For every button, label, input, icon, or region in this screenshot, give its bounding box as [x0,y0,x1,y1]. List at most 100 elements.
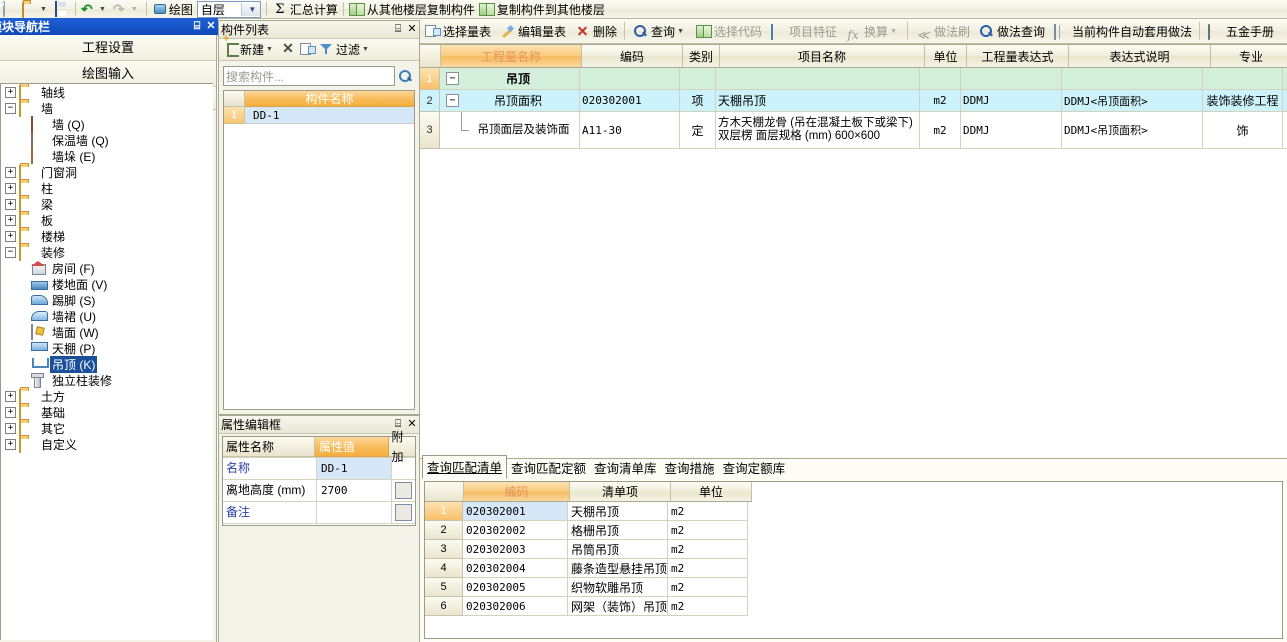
column-header-4[interactable]: 单位 [925,45,967,68]
toolbar-hardware-manual-button[interactable]: 五金手册 [1203,19,1278,43]
filter-button[interactable]: 过滤 ▼ [318,40,374,59]
expand-toggle-icon[interactable]: + [5,86,16,98]
tree-node-14[interactable]: 墙裙 (U) [1,308,213,324]
query-code-cell[interactable]: 020302003 [463,540,568,559]
toolbar-auto-apply-button[interactable]: 当前构件自动套用做法 [1049,19,1196,43]
tree-node-20[interactable]: + 基础 [1,404,213,421]
tree-node-10[interactable]: − 装修 [1,244,213,261]
project-settings-button[interactable]: 工程设置 [0,35,216,61]
quantity-name-cell[interactable]: − 吊顶 [440,68,580,90]
expand-toggle-icon[interactable]: + [5,438,16,450]
component-table[interactable]: 构件名称 1 DD-1 [223,90,415,410]
category-cell[interactable] [680,68,716,90]
manual-flag-cell[interactable] [1283,68,1287,90]
query-tab-0[interactable]: 查询匹配清单 [422,455,508,479]
tree-node-1[interactable]: − 墙 [1,100,213,117]
expression-desc-cell[interactable]: DDMJ<吊顶面积> [1062,90,1203,112]
query-tab-3[interactable]: 查询措施 [661,457,719,479]
query-unit-cell[interactable]: m2 [668,597,748,616]
query-column-header-2[interactable]: 单位 [671,482,752,502]
expand-toggle-icon[interactable]: + [5,166,16,178]
query-row[interactable]: 6 020302006 网架（装饰）吊顶 m2 [425,597,1282,616]
query-tab-4[interactable]: 查询定额库 [719,457,790,479]
code-cell[interactable] [580,68,680,90]
toolbar-search-button[interactable]: 查询 ▼ [628,19,691,43]
tree-node-12[interactable]: 楼地面 (V) [1,276,213,292]
collapse-toggle-icon[interactable]: − [446,94,459,107]
pin-icon[interactable]: ⌸ [391,22,405,37]
query-unit-cell[interactable]: m2 [668,578,748,597]
close-icon[interactable]: ✕ [405,22,419,37]
chevron-down-icon[interactable]: ▼ [240,2,260,16]
query-item-cell[interactable]: 吊筒吊顶 [568,540,668,559]
expression-desc-cell[interactable] [1062,68,1203,90]
query-code-cell[interactable]: 020302004 [463,559,568,578]
table-row[interactable]: 1− 吊顶 [420,68,1287,90]
major-cell[interactable]: 装饰装修工程 [1203,90,1283,112]
save-button[interactable] [52,0,72,18]
tree-node-3[interactable]: 保温墙 (Q) [1,132,213,148]
expression-cell[interactable]: DDMJ [961,112,1062,149]
component-name-cell[interactable]: DD-1 [245,107,414,124]
pin-icon[interactable]: ⌸ [190,19,204,34]
expression-cell[interactable]: DDMJ [961,90,1062,112]
chevron-down-icon[interactable]: ▼ [99,6,106,13]
query-row[interactable]: 1 020302001 天棚吊顶 m2 [425,502,1282,521]
category-cell[interactable]: 定 [680,112,716,149]
category-cell[interactable]: 项 [680,90,716,112]
query-unit-cell[interactable]: m2 [668,502,748,521]
query-item-cell[interactable]: 格栅吊顶 [568,521,668,540]
property-value[interactable]: DD-1 [317,458,392,479]
new-component-button[interactable]: 新建 ▼ [222,40,278,59]
query-item-cell[interactable]: 织物软雕吊顶 [568,578,668,597]
expand-toggle-icon[interactable]: + [5,406,16,418]
open-file-button[interactable]: ▼ [20,0,52,18]
tree-node-5[interactable]: + 门窗洞 [1,164,213,181]
tree-node-19[interactable]: + 土方 [1,388,213,405]
query-column-header-0[interactable]: 编码 [464,482,570,502]
chevron-down-icon[interactable]: ▼ [362,46,369,53]
query-unit-cell[interactable]: m2 [668,540,748,559]
expand-toggle-icon[interactable]: + [5,182,16,194]
chevron-down-icon[interactable]: ▼ [40,6,47,13]
query-row[interactable]: 2 020302002 格栅吊顶 m2 [425,521,1282,540]
module-tree[interactable]: + 轴线 − 墙墙 (Q) 保温墙 (Q) 墙垛 (E) + 门窗洞 + 柱 + 梁 + 板 + 楼梯 − 装修房… [0,83,213,640]
manual-flag-cell[interactable]: ✔ [1283,90,1287,112]
tree-node-6[interactable]: + 柱 [1,180,213,197]
column-header-6[interactable]: 表达式说明 [1069,45,1211,68]
expand-toggle-icon[interactable]: + [5,214,16,226]
tree-node-21[interactable]: + 其它 [1,420,213,437]
query-tab-2[interactable]: 查询清单库 [590,457,661,479]
unit-cell[interactable]: m2 [920,112,961,149]
toolbar-method-query-button[interactable]: 做法查询 [974,19,1049,43]
unit-cell[interactable]: m2 [920,90,961,112]
layer-combo[interactable]: 自层 ▼ [196,0,261,18]
column-header-1[interactable]: 编码 [582,45,683,68]
query-result-table[interactable]: 编码 清单项 单位 1 020302001 天棚吊顶 m2 2 020302002 格栅吊顶 m2… [424,481,1283,639]
expression-cell[interactable] [961,68,1062,90]
column-header-3[interactable]: 项目名称 [720,45,925,68]
collapse-toggle-icon[interactable]: − [5,102,16,114]
expression-desc-cell[interactable]: DDMJ<吊顶面积> [1062,112,1203,149]
chevron-down-icon[interactable]: ▼ [266,46,273,53]
tree-node-8[interactable]: + 板 [1,212,213,229]
search-input[interactable]: 搜索构件... [223,66,395,86]
quantity-grid[interactable]: 工程量名称编码类别项目名称单位工程量表达式表达式说明专业是否手动 1− 吊顶 2− 吊… [420,44,1287,457]
expand-toggle-icon[interactable]: + [5,422,16,434]
query-row[interactable]: 4 020302004 藤条造型悬挂吊顶 m2 [425,559,1282,578]
copy-to-other-floor-button[interactable]: 复制构件到其他楼层 [477,0,607,18]
manual-flag-cell[interactable]: ✔ [1283,112,1287,149]
query-code-cell[interactable]: 020302002 [463,521,568,540]
query-item-cell[interactable]: 藤条造型悬挂吊顶 [568,559,668,578]
major-cell[interactable]: 饰 [1203,112,1283,149]
query-code-cell[interactable]: 020302001 [463,502,568,521]
query-unit-cell[interactable]: m2 [668,559,748,578]
query-tab-1[interactable]: 查询匹配定额 [507,457,590,479]
search-button[interactable] [395,66,415,86]
column-header-7[interactable]: 专业 [1211,45,1287,68]
property-extra[interactable] [392,480,415,501]
query-code-cell[interactable]: 020302006 [463,597,568,616]
query-item-cell[interactable]: 天棚吊顶 [568,502,668,521]
tree-node-4[interactable]: 墙垛 (E) [1,148,213,164]
toolbar-delete-button[interactable]: 删除 [570,19,621,43]
